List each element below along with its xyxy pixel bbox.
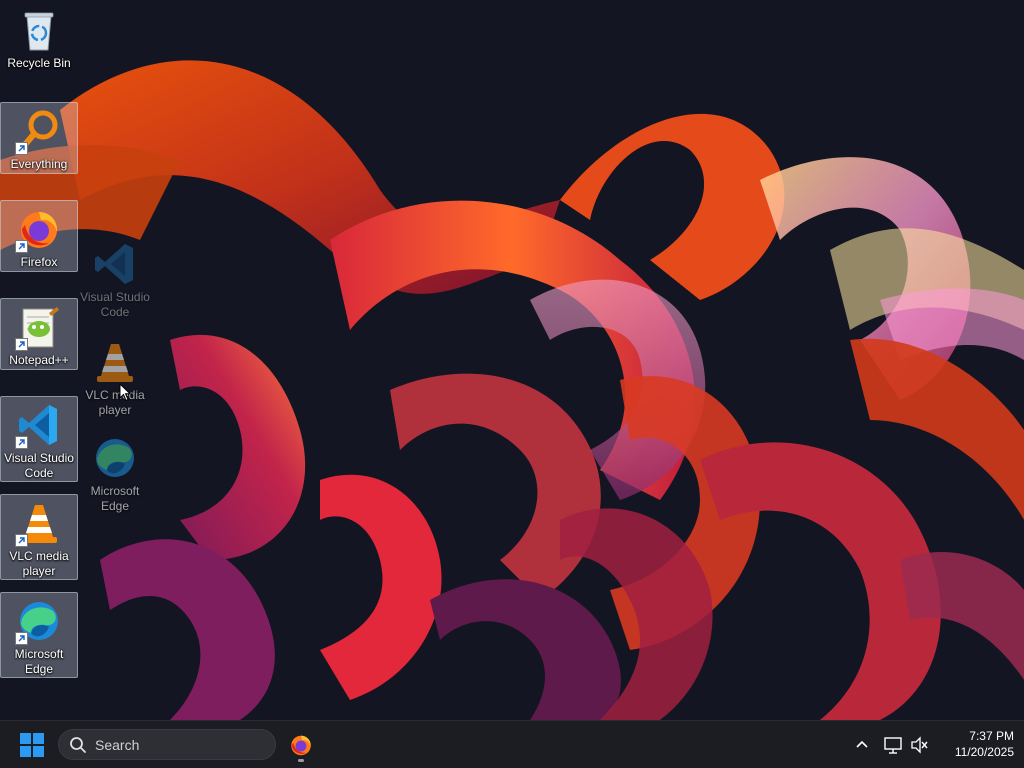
desktop-icon-vscode[interactable]: Visual Studio Code	[0, 396, 78, 482]
desktop-icon-label: Microsoft Edge	[90, 484, 140, 513]
drag-ghost-vlc: VLC media player	[76, 334, 154, 417]
drag-ghost-vscode: Visual Studio Code	[76, 236, 154, 319]
edge-icon	[15, 597, 63, 645]
clock-date: 11/20/2025	[954, 745, 1014, 759]
desktop-icon-label: VLC media player	[9, 549, 69, 578]
firefox-icon	[291, 735, 311, 756]
desktop-icon-label: Notepad++	[9, 353, 69, 367]
vscode-icon	[15, 401, 63, 449]
desktop-icon-everything[interactable]: Everything	[0, 102, 78, 174]
running-indicator	[298, 759, 304, 762]
notepad-plus-plus-icon	[15, 303, 63, 351]
mouse-cursor-icon	[119, 383, 131, 402]
drag-ghost-edge: Microsoft Edge	[76, 430, 154, 514]
vlc-icon	[15, 499, 63, 547]
desktop-icon-label: Visual Studio Code	[80, 290, 150, 319]
recycle-bin-icon	[15, 6, 63, 54]
edge-icon	[91, 434, 139, 482]
firefox-icon	[15, 205, 63, 253]
shortcut-arrow-icon	[15, 632, 28, 645]
search-icon	[70, 736, 86, 753]
taskbar-app-firefox[interactable]	[282, 727, 320, 763]
desktop-icon-vlc[interactable]: VLC media player	[0, 494, 78, 580]
network-icon[interactable]	[883, 734, 903, 756]
shortcut-arrow-icon	[15, 240, 28, 253]
taskbar-search-box[interactable]: Search	[58, 729, 276, 760]
desktop-icon-recycle-bin[interactable]: Recycle Bin	[0, 2, 78, 76]
desktop-icon-label: Visual Studio Code	[4, 451, 74, 480]
desktop-icon-edge[interactable]: Microsoft Edge	[0, 592, 78, 678]
desktop-icon-label: Everything	[10, 157, 68, 171]
chevron-up-icon[interactable]	[852, 735, 872, 755]
vlc-icon	[91, 338, 139, 386]
search-placeholder: Search	[95, 736, 140, 753]
shortcut-arrow-icon	[15, 436, 28, 449]
windows-logo-icon	[20, 733, 44, 757]
shortcut-arrow-icon	[15, 534, 28, 547]
desktop-icon-label: Recycle Bin	[7, 56, 71, 70]
desktop-icon-firefox[interactable]: Firefox	[0, 200, 78, 272]
clock-time: 7:37 PM	[969, 729, 1014, 743]
start-button[interactable]	[14, 729, 50, 761]
desktop-icon-label: Firefox	[20, 255, 58, 269]
taskbar-clock[interactable]: 7:37 PM 11/20/2025	[938, 728, 1014, 760]
desktop-icon-label: Microsoft Edge	[14, 647, 64, 676]
desktop-icon-notepad-plus-plus[interactable]: Notepad++	[0, 298, 78, 370]
vscode-icon	[91, 240, 139, 288]
desktop[interactable]: Recycle Bin Everything Firefox Notepad++…	[0, 0, 1024, 720]
everything-search-icon	[15, 107, 63, 155]
shortcut-arrow-icon	[15, 338, 28, 351]
shortcut-arrow-icon	[15, 142, 28, 155]
taskbar: Search 7:37 PM 11/20/2025	[0, 720, 1024, 768]
desktop-icon-label: VLC media player	[85, 388, 145, 417]
volume-muted-icon[interactable]	[909, 734, 929, 756]
